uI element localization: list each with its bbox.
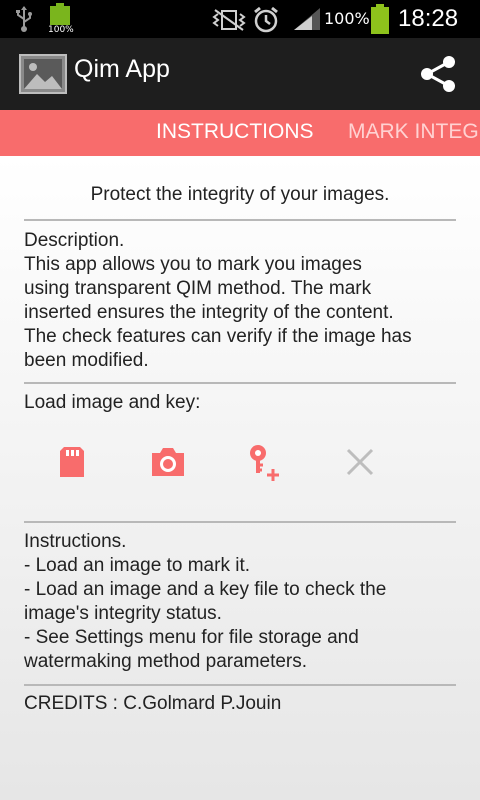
battery-icon bbox=[371, 4, 389, 34]
credits-text: CREDITS : C.Golmard P.Jouin bbox=[24, 693, 282, 714]
tagline: Protect the integrity of your images. bbox=[90, 184, 390, 205]
tab-instructions[interactable]: INSTRUCTIONS bbox=[156, 120, 314, 144]
action-bar: Qim App bbox=[0, 38, 480, 110]
usb-icon bbox=[16, 6, 32, 32]
load-sdcard-button[interactable] bbox=[52, 442, 92, 482]
battery-small-icon: 100% bbox=[46, 3, 74, 35]
load-key-button[interactable] bbox=[244, 442, 284, 482]
description-text: Description. This app allows you to mark… bbox=[24, 230, 412, 371]
tab-mark-integrity[interactable]: MARK INTEG bbox=[348, 120, 479, 144]
clock: 18:28 bbox=[398, 5, 459, 32]
tab-strip: INSTRUCTIONS MARK INTEG bbox=[0, 110, 480, 156]
clear-button[interactable] bbox=[340, 442, 380, 482]
instructions-page: Protect the integrity of your images. De… bbox=[0, 156, 480, 800]
alarm-icon bbox=[254, 6, 278, 33]
signal-icon bbox=[294, 8, 320, 30]
divider bbox=[24, 521, 456, 523]
add-key-icon bbox=[250, 445, 279, 481]
status-bar: 100% 100% 18:28 bbox=[0, 0, 480, 38]
vibrate-mute-icon bbox=[212, 9, 246, 31]
divider bbox=[24, 382, 456, 384]
close-icon bbox=[346, 448, 374, 476]
camera-icon bbox=[152, 448, 184, 476]
divider bbox=[24, 684, 456, 686]
app-image-icon[interactable] bbox=[19, 54, 67, 94]
battery-small-label: 100% bbox=[48, 25, 74, 35]
divider bbox=[24, 219, 456, 221]
sd-card-icon bbox=[60, 447, 84, 477]
instructions-text: Instructions. - Load an image to mark it… bbox=[24, 531, 387, 672]
load-camera-button[interactable] bbox=[148, 442, 188, 482]
battery-percent: 100% bbox=[324, 9, 370, 28]
share-icon[interactable] bbox=[418, 54, 458, 94]
load-image-label: Load image and key: bbox=[24, 392, 201, 413]
app-title: Qim App bbox=[74, 55, 170, 83]
